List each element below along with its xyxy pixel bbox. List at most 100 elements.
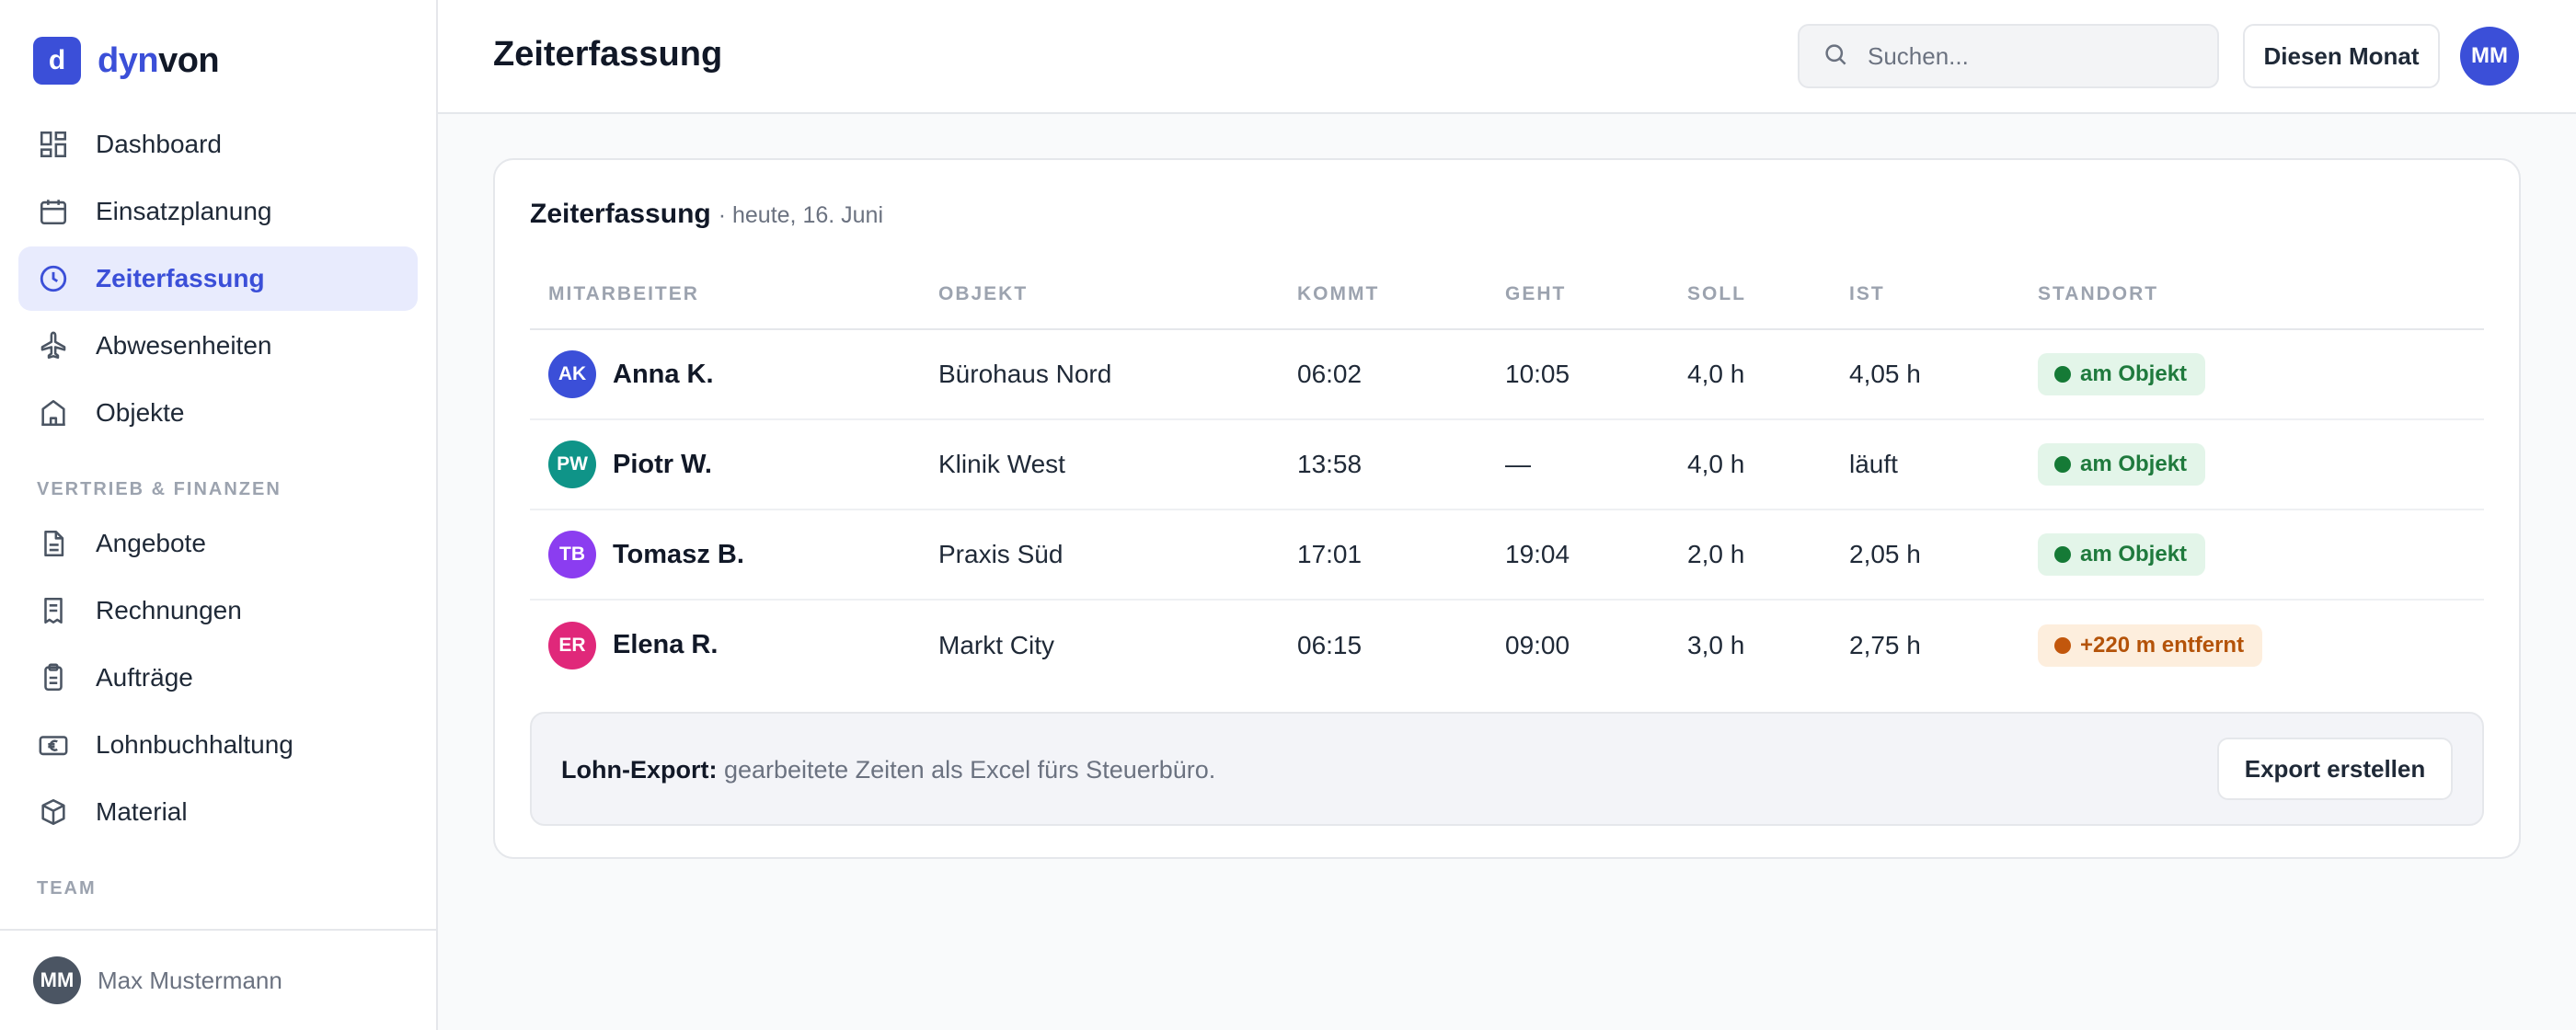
time-table: MITARBEITER OBJEKT KOMMT GEHT SOLL IST S… (530, 259, 2484, 690)
brand-name: dynvon (98, 40, 220, 81)
plane-icon (37, 329, 70, 362)
location-label: +220 m entfernt (2080, 632, 2245, 658)
sidebar-item-einsatzplanung[interactable]: Einsatzplanung (18, 179, 418, 244)
actual-hours-cell: 2,05 h (1831, 509, 2019, 601)
sidebar-item-angebote[interactable]: Angebote (18, 511, 418, 576)
sidebar-item-objekte[interactable]: Objekte (18, 381, 418, 445)
employee-avatar: AK (548, 350, 596, 398)
status-dot (2054, 636, 2071, 654)
column-header[interactable]: SOLL (1669, 259, 1831, 330)
column-header[interactable]: STANDORT (2019, 259, 2484, 330)
object-cell: Markt City (938, 630, 1054, 659)
location-badge: am Objekt (2038, 353, 2206, 395)
export-text: gearbeitete Zeiten als Excel fürs Steuer… (723, 756, 1216, 784)
column-header[interactable]: MITARBEITER (530, 259, 920, 330)
sidebar-item-auftraege[interactable]: Aufträge (18, 646, 418, 710)
employee-name: Piotr W. (613, 449, 712, 479)
clock-in-cell: 17:01 (1279, 509, 1487, 601)
actual-hours-cell: 2,75 h (1849, 630, 1921, 659)
clipboard-icon (37, 661, 70, 694)
column-header[interactable]: GEHT (1487, 259, 1669, 330)
clock-in-cell: 06:02 (1279, 329, 1487, 420)
actual-hours-cell: läuft (1831, 419, 2019, 510)
search-icon (1822, 40, 1849, 73)
calendar-icon (37, 195, 70, 228)
clock-in-cell: 13:58 (1279, 419, 1487, 510)
table-row[interactable]: TB Tomasz B. Praxis Süd 17:01 19:04 2,0 h… (530, 509, 2484, 601)
clock-out-cell: 10:05 (1487, 329, 1669, 420)
sidebar-item-zeiterfassung[interactable]: Zeiterfassung (18, 246, 418, 311)
sidebar-item-label: Material (96, 797, 188, 826)
status-dot (2054, 366, 2071, 383)
payroll-export-panel: Lohn-Export: gearbeitete Zeiten als Exce… (530, 712, 2484, 826)
location-badge: +220 m entfernt (2038, 624, 2263, 667)
period-button[interactable]: Diesen Monat (2243, 24, 2440, 88)
receipt-icon (37, 594, 70, 627)
actual-hours-cell: 4,05 h (1831, 329, 2019, 420)
card-title: Zeiterfassung (530, 199, 711, 229)
column-header[interactable]: IST (1831, 259, 2019, 330)
dashboard-icon (37, 128, 70, 161)
box-icon (37, 795, 70, 829)
clock-out-cell: 09:00 (1505, 630, 1570, 659)
target-hours-cell: 2,0 h (1669, 509, 1831, 601)
sidebar-item-abwesenheiten[interactable]: Abwesenheiten (18, 314, 418, 378)
column-header[interactable]: KOMMT (1279, 259, 1487, 330)
avatar[interactable]: MM (2460, 27, 2519, 86)
location-label: am Objekt (2080, 452, 2188, 476)
employee-name: Anna K. (613, 359, 714, 389)
sidebar-item-label: Lohnbuchhaltung (96, 730, 293, 759)
sidebar-item-label: Dashboard (96, 130, 222, 158)
target-hours-cell: 3,0 h (1687, 630, 1745, 659)
euro-icon (37, 728, 70, 761)
sidebar-item-label: Abwesenheiten (96, 331, 272, 360)
export-description: Lohn-Export: gearbeitete Zeiten als Exce… (561, 756, 1215, 784)
building-icon (37, 396, 70, 429)
sidebar-item-material[interactable]: Material (18, 780, 418, 844)
page-title: Zeiterfassung (493, 35, 723, 74)
employee-name: Elena R. (613, 630, 719, 659)
card-header: Zeiterfassung · heute, 16. Juni (530, 199, 883, 230)
sidebar-item-label: Aufträge (96, 663, 193, 692)
search-box[interactable] (1798, 24, 2219, 88)
clock-out-cell: 19:04 (1487, 509, 1669, 601)
brand-mark: d (33, 37, 81, 85)
sidebar-item-label: Objekte (96, 398, 185, 427)
document-icon (37, 527, 70, 560)
status-dot (2054, 456, 2071, 473)
sidebar-item-lohnbuchhaltung[interactable]: Lohnbuchhaltung (18, 713, 418, 777)
employee-avatar: PW (548, 441, 596, 488)
brand-logo[interactable]: d dynvon (33, 37, 220, 85)
table-row[interactable]: ER Elena R. Markt City 06:15 09:00 3,0 h … (530, 600, 2484, 690)
sidebar-nav: Dashboard Einsatzplanung Zeiterfassung A… (18, 112, 418, 910)
table-row[interactable]: AK Anna K. Bürohaus Nord 06:02 10:05 4,0 … (530, 329, 2484, 420)
create-export-button[interactable]: Export erstellen (2217, 738, 2453, 800)
topbar: Zeiterfassung Diesen Monat MM (438, 0, 2576, 114)
table-row[interactable]: PW Piotr W. Klinik West 13:58 — 4,0 h läu… (530, 419, 2484, 510)
target-hours-cell: 4,0 h (1669, 329, 1831, 420)
sidebar-item-rechnungen[interactable]: Rechnungen (18, 578, 418, 643)
nav-section-team: TEAM (37, 878, 97, 898)
column-header[interactable]: OBJEKT (920, 259, 1279, 330)
sidebar-item-dashboard[interactable]: Dashboard (18, 112, 418, 177)
employee-name: Tomasz B. (613, 539, 744, 569)
nav-section-vertrieb: VERTRIEB & FINANZEN (37, 479, 282, 499)
clock-icon (37, 262, 70, 295)
sidebar-user[interactable]: MM Max Mustermann (0, 929, 436, 1030)
object-cell: Praxis Süd (920, 509, 1279, 601)
target-hours-cell: 4,0 h (1669, 419, 1831, 510)
location-label: am Objekt (2080, 542, 2188, 566)
status-dot (2054, 546, 2071, 563)
search-input[interactable] (1868, 41, 2199, 71)
sidebar-item-label: Rechnungen (96, 596, 242, 624)
clock-in-cell: 06:15 (1297, 630, 1363, 659)
brand-name-accent: dyn (98, 40, 159, 80)
card-subtitle: · heute, 16. Juni (718, 202, 884, 228)
sidebar-item-label: Einsatzplanung (96, 197, 272, 225)
sidebar: d dynvon Dashboard Einsatzplanung Zeiter… (0, 0, 438, 1030)
sidebar-item-label: Zeiterfassung (96, 264, 265, 292)
export-label: Lohn-Export: (561, 756, 718, 784)
clock-out-cell: — (1487, 419, 1669, 510)
user-name: Max Mustermann (98, 966, 282, 994)
location-badge: am Objekt (2038, 443, 2206, 486)
